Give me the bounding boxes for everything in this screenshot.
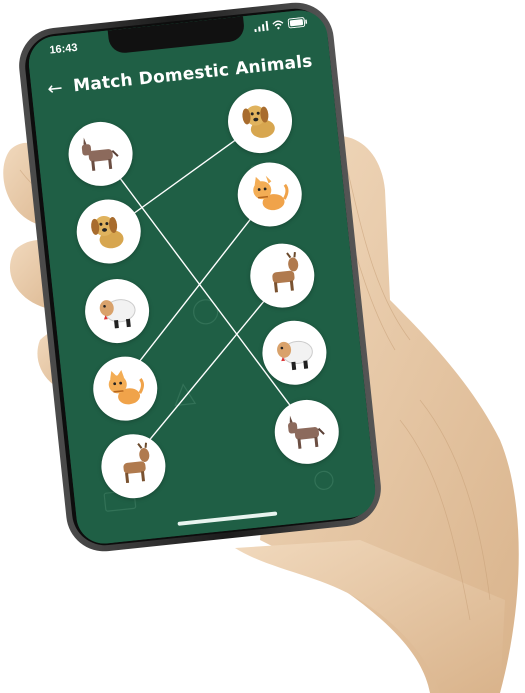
- donkey-icon: [288, 415, 325, 449]
- sheep-icon: [99, 299, 136, 329]
- connection-lines: [99, 120, 300, 461]
- goat-icon: [123, 442, 150, 484]
- dog-icon: [91, 215, 124, 249]
- cat-icon: [253, 175, 289, 211]
- sheep-icon: [277, 340, 313, 371]
- dog-icon: [242, 105, 275, 138]
- goat-icon: [272, 252, 299, 293]
- donkey-icon: [81, 137, 119, 171]
- cat-icon: [108, 369, 144, 405]
- app-screen: 16:43 ← Match Domestic Animals: [26, 7, 378, 547]
